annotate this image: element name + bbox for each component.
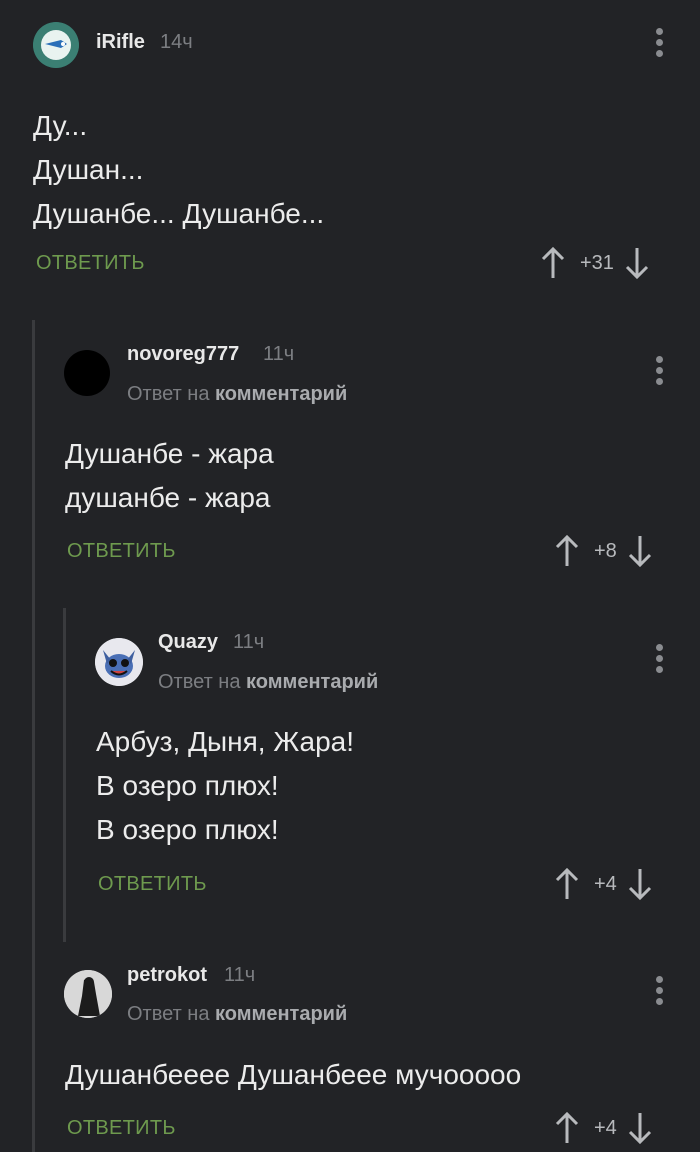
- upvote-icon[interactable]: [554, 1111, 580, 1145]
- comment-text: Арбуз, Дыня, Жара! В озеро плюх! В озеро…: [96, 720, 354, 852]
- comment-line: Ду...: [33, 110, 88, 141]
- comment-line: Душанбееее Душанбеее мучооооо: [65, 1059, 522, 1090]
- comment-line: Душан...: [33, 154, 144, 185]
- reply-button[interactable]: ОТВЕТИТЬ: [67, 1117, 176, 1140]
- reply-to-prefix: Ответ на: [127, 383, 210, 405]
- comment-text: Душанбееее Душанбеее мучооооо: [65, 1053, 521, 1097]
- reply-to-info: Ответ на комментарий: [127, 383, 347, 406]
- more-options-icon[interactable]: [654, 356, 664, 392]
- reply-to-prefix: Ответ на: [158, 671, 241, 693]
- more-options-icon[interactable]: [654, 976, 664, 1012]
- reply-button[interactable]: ОТВЕТИТЬ: [67, 540, 176, 563]
- reply-to-link[interactable]: комментарий: [246, 671, 378, 693]
- more-options-icon[interactable]: [654, 644, 664, 680]
- comment-line: Душанбе - жара: [65, 438, 274, 469]
- reply-button[interactable]: ОТВЕТИТЬ: [98, 873, 207, 896]
- reply-button[interactable]: ОТВЕТИТЬ: [36, 252, 145, 275]
- timestamp: 14ч: [160, 31, 193, 53]
- vote-score: +8: [594, 539, 617, 562]
- timestamp: 11ч: [233, 631, 265, 653]
- more-options-icon[interactable]: [654, 28, 664, 64]
- upvote-icon[interactable]: [554, 867, 580, 901]
- avatar[interactable]: [64, 350, 110, 396]
- vote-controls: +8: [554, 534, 653, 568]
- reply-to-link[interactable]: комментарий: [215, 1003, 347, 1025]
- timestamp: 11ч: [263, 343, 295, 365]
- vote-score: +4: [594, 1116, 617, 1139]
- comment-novoreg777: novoreg777 11ч Ответ на комментарий Душа…: [0, 320, 700, 590]
- comment-line: В озеро плюх!: [96, 770, 279, 801]
- username[interactable]: iRifle: [96, 31, 145, 54]
- comment-line: Арбуз, Дыня, Жара!: [96, 726, 355, 757]
- comment-quazy: Quazy 11ч Ответ на комментарий Арбуз, Ды…: [0, 608, 700, 928]
- downvote-icon[interactable]: [627, 1111, 653, 1145]
- username[interactable]: Quazy: [158, 631, 218, 654]
- comment-text: Ду... Душан... Душанбе... Душанбе...: [33, 104, 324, 236]
- vote-score: +4: [594, 872, 617, 895]
- comment-line: душанбе - жара: [65, 482, 271, 513]
- vote-controls: +4: [554, 867, 653, 901]
- username[interactable]: novoreg777: [127, 343, 239, 366]
- reply-to-link[interactable]: комментарий: [215, 383, 347, 405]
- vote-controls: +4: [554, 1111, 653, 1145]
- comment-line: Душанбе... Душанбе...: [33, 198, 325, 229]
- comment-text: Душанбе - жара душанбе - жара: [65, 432, 274, 520]
- reply-to-info: Ответ на комментарий: [127, 1003, 347, 1026]
- avatar[interactable]: [33, 22, 79, 68]
- comment-line: В озеро плюх!: [96, 814, 279, 845]
- avatar[interactable]: [95, 638, 143, 686]
- vote-score: +31: [580, 251, 614, 274]
- downvote-icon[interactable]: [624, 246, 650, 280]
- downvote-icon[interactable]: [627, 534, 653, 568]
- reply-to-prefix: Ответ на: [127, 1003, 210, 1025]
- timestamp: 11ч: [224, 964, 256, 986]
- vote-controls: +31: [540, 246, 650, 280]
- upvote-icon[interactable]: [540, 246, 566, 280]
- downvote-icon[interactable]: [627, 867, 653, 901]
- username[interactable]: petrokot: [127, 964, 207, 987]
- reply-to-info: Ответ на комментарий: [158, 671, 378, 694]
- upvote-icon[interactable]: [554, 534, 580, 568]
- comment-irifle: iRifle 14ч Ду... Душан... Душанбе... Душ…: [0, 0, 700, 300]
- comment-petrokot: petrokot 11ч Ответ на комментарий Душанб…: [0, 942, 700, 1152]
- avatar[interactable]: [64, 970, 112, 1018]
